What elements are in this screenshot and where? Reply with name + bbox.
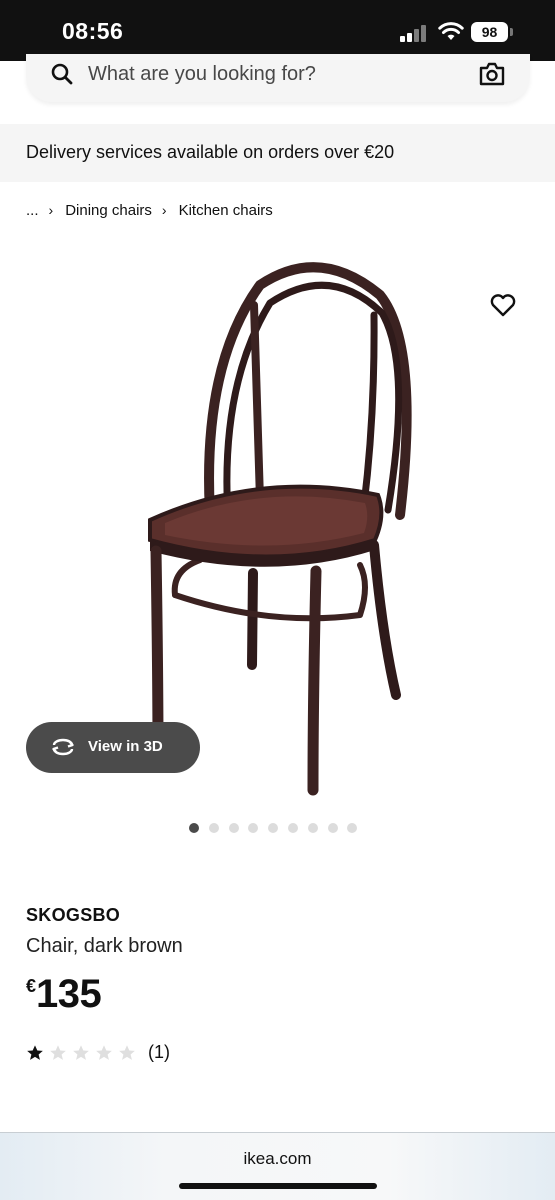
- view-in-3d-button[interactable]: View in 3D: [26, 722, 200, 773]
- price-currency: €: [26, 976, 37, 996]
- breadcrumb-item-kitchen-chairs[interactable]: Kitchen chairs: [179, 202, 273, 219]
- chevron-right-icon: ›: [161, 202, 167, 218]
- star-icon: [96, 1044, 112, 1060]
- star-icon: [119, 1044, 135, 1060]
- product-price: €135: [26, 972, 102, 1017]
- carousel-dot[interactable]: [327, 823, 338, 833]
- carousel-dot[interactable]: [248, 823, 259, 833]
- carousel-dot[interactable]: [347, 823, 358, 833]
- status-bar: 08:56 98: [0, 0, 555, 61]
- price-amount: 135: [36, 972, 102, 1016]
- search-icon: [51, 63, 73, 85]
- carousel-dot[interactable]: [228, 823, 239, 833]
- home-indicator[interactable]: [179, 1183, 377, 1189]
- carousel-indicator: [189, 823, 358, 833]
- battery-icon: 98: [471, 22, 508, 42]
- delivery-banner[interactable]: Delivery services available on orders ov…: [0, 124, 555, 182]
- signal-icon: [400, 24, 430, 42]
- carousel-dot[interactable]: [287, 823, 298, 833]
- carousel-dot[interactable]: [208, 823, 219, 833]
- delivery-text: Delivery services available on orders ov…: [26, 142, 395, 162]
- search-bar[interactable]: [26, 54, 530, 102]
- star-icon: [50, 1044, 66, 1060]
- carousel-dot[interactable]: [307, 823, 318, 833]
- browser-address-bar[interactable]: ikea.com: [0, 1132, 555, 1200]
- review-count: (1): [148, 1042, 170, 1062]
- camera-icon[interactable]: [479, 62, 505, 86]
- carousel-dot[interactable]: [268, 823, 279, 833]
- breadcrumb-item-dining-chairs[interactable]: Dining chairs: [65, 202, 152, 219]
- product-name: SKOGSBO: [26, 905, 121, 925]
- wifi-icon: [438, 22, 464, 40]
- carousel-dot[interactable]: [189, 823, 199, 833]
- product-description: Chair, dark brown: [26, 935, 183, 957]
- rotate-3d-icon: [52, 738, 74, 756]
- view-in-3d-label: View in 3D: [88, 738, 163, 755]
- browser-url[interactable]: ikea.com: [0, 1149, 555, 1169]
- battery-tip: [510, 28, 513, 36]
- chevron-right-icon: ›: [48, 202, 54, 218]
- star-icon: [73, 1044, 89, 1060]
- star-icon: [27, 1044, 43, 1060]
- rating-stars[interactable]: (1): [26, 1042, 170, 1063]
- status-time: 08:56: [62, 18, 124, 44]
- breadcrumb: ... › Dining chairs › Kitchen chairs: [26, 199, 273, 221]
- breadcrumb-ellipsis[interactable]: ...: [26, 202, 39, 219]
- search-input[interactable]: [88, 59, 468, 89]
- heart-icon[interactable]: [488, 290, 518, 320]
